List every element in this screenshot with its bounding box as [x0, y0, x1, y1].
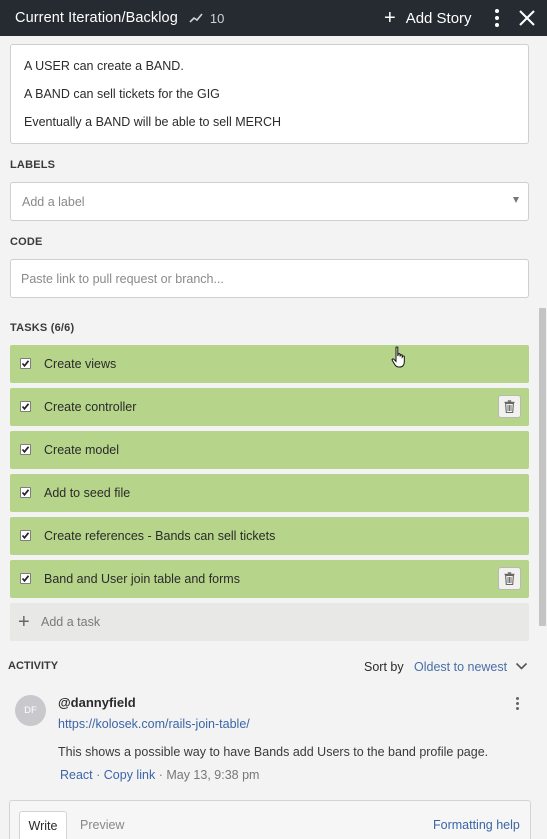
labels-placeholder: Add a label: [22, 195, 85, 209]
tab-preview[interactable]: Preview: [80, 818, 124, 832]
checkmark-icon: [21, 446, 30, 454]
comment-options-icon[interactable]: [516, 697, 520, 710]
code-field[interactable]: [10, 259, 529, 298]
task-checkbox[interactable]: [20, 530, 31, 541]
task-item[interactable]: Create views: [10, 345, 529, 383]
task-item[interactable]: Add to seed file: [10, 474, 529, 512]
copy-link-link[interactable]: Copy link: [104, 768, 155, 782]
add-story-button[interactable]: + Add Story: [384, 0, 472, 36]
labels-heading: LABELS: [10, 159, 56, 171]
hand-cursor-icon: [391, 346, 405, 368]
panel-title: Current Iteration/Backlog: [15, 10, 178, 26]
task-checkbox[interactable]: [20, 573, 31, 584]
task-checkbox[interactable]: [20, 401, 31, 412]
add-task-button[interactable]: + Add a task: [10, 603, 529, 641]
task-checkbox[interactable]: [20, 444, 31, 455]
task-item[interactable]: Create controller: [10, 388, 529, 426]
formatting-help-link[interactable]: Formatting help: [433, 818, 520, 832]
task-checkbox[interactable]: [20, 358, 31, 369]
story-points[interactable]: 10: [189, 11, 224, 26]
checkmark-icon: [21, 489, 30, 497]
scrollbar-thumb[interactable]: [539, 308, 546, 626]
sort-order-select[interactable]: Oldest to newest: [414, 660, 507, 674]
add-story-label: Add Story: [405, 9, 472, 27]
sort-by-label: Sort by: [364, 660, 404, 674]
chevron-down-icon[interactable]: [515, 662, 528, 671]
comment-link[interactable]: https://kolosek.com/rails-join-table/: [58, 717, 250, 731]
comment-text: This shows a possible way to have Bands …: [58, 745, 489, 759]
more-options-icon[interactable]: [489, 9, 505, 27]
task-label: Create controller: [44, 400, 137, 414]
checkmark-icon: [21, 532, 30, 540]
comment-timestamp: May 13, 9:38 pm: [166, 768, 260, 782]
checkmark-icon: [21, 575, 30, 583]
delete-task-button[interactable]: [498, 567, 521, 590]
labels-select[interactable]: Add a label: [10, 182, 529, 221]
task-label: Create references - Bands can sell ticke…: [44, 529, 276, 543]
avatar: DF: [15, 695, 46, 726]
description-line: A USER can create a BAND.: [24, 59, 184, 73]
task-checkbox[interactable]: [20, 487, 31, 498]
react-link[interactable]: React: [60, 768, 93, 782]
code-input[interactable]: [11, 260, 528, 297]
comment-author[interactable]: @dannyfield: [58, 695, 136, 710]
plus-icon: +: [384, 7, 396, 29]
comment-meta: React · Copy link · May 13, 9:38 pm: [60, 768, 260, 782]
task-label: Create views: [44, 357, 117, 371]
trash-icon: [504, 572, 515, 585]
trash-icon: [504, 400, 515, 413]
activity-heading: ACTIVITY: [8, 660, 59, 672]
description-line: Eventually a BAND will be able to sell M…: [24, 115, 282, 129]
add-task-label: Add a task: [41, 615, 101, 629]
story-points-value: 10: [209, 10, 225, 26]
task-item[interactable]: Create references - Bands can sell ticke…: [10, 517, 529, 555]
checkmark-icon: [21, 403, 30, 411]
task-label: Create model: [44, 443, 120, 457]
delete-task-button[interactable]: [498, 395, 521, 418]
story-description[interactable]: A USER can create a BAND. A BAND can sel…: [10, 44, 529, 144]
description-line: A BAND can sell tickets for the GIG: [24, 87, 220, 101]
task-label: Band and User join table and forms: [44, 572, 240, 586]
task-label: Add to seed file: [44, 486, 131, 500]
story-header: Current Iteration/Backlog 10 + Add Story: [0, 0, 547, 36]
checkmark-icon: [21, 360, 30, 368]
dropdown-caret-icon: [513, 197, 519, 203]
close-icon[interactable]: [517, 8, 537, 28]
task-item[interactable]: Create model: [10, 431, 529, 469]
plus-icon: +: [18, 611, 30, 633]
code-heading: CODE: [10, 236, 43, 248]
tab-write[interactable]: Write: [19, 811, 67, 839]
task-item[interactable]: Band and User join table and forms: [10, 560, 529, 598]
tasks-heading: TASKS (6/6): [10, 322, 75, 334]
trend-icon: [189, 13, 203, 23]
